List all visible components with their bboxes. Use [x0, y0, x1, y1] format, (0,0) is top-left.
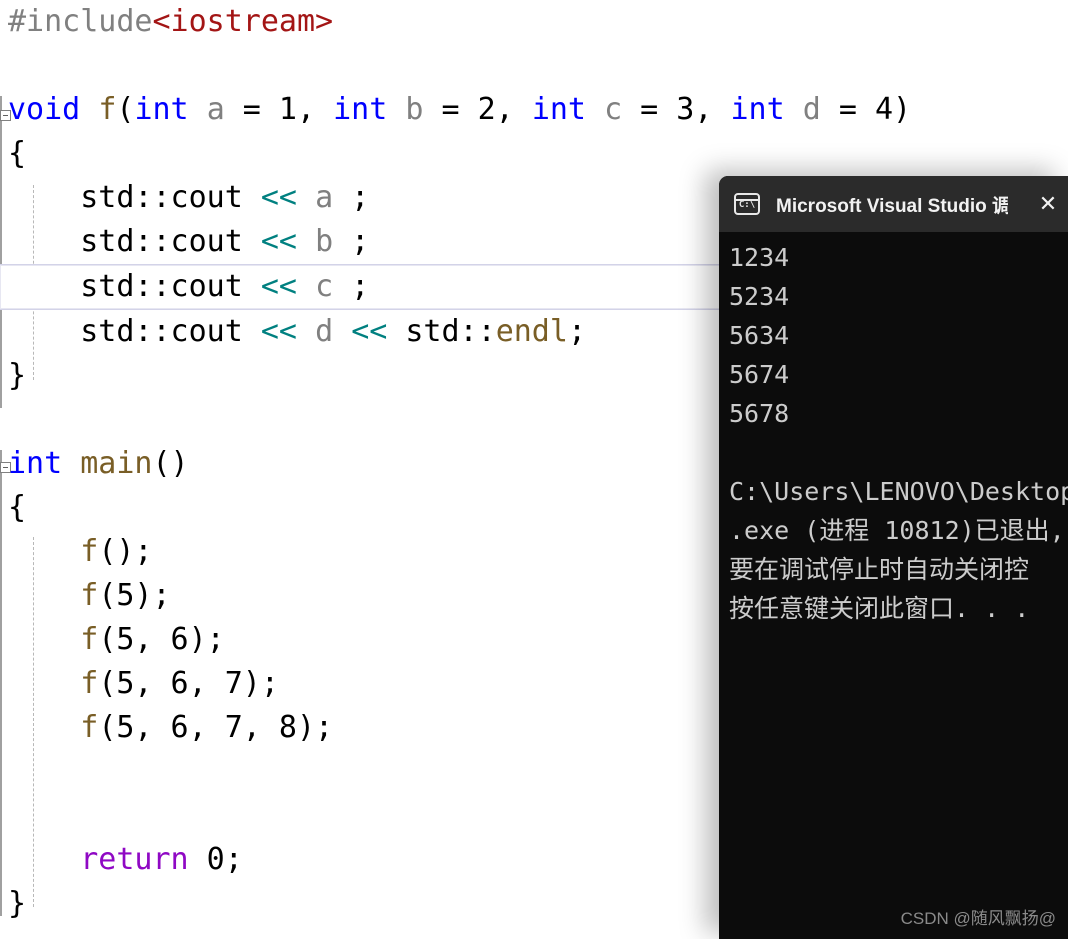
console-line: 5678: [729, 399, 790, 428]
code-token: #include: [8, 4, 153, 39]
console-line: .exe (进程 10812)已退出,: [729, 516, 1065, 545]
code-token: int: [134, 92, 189, 127]
code-token: return: [80, 842, 189, 877]
code-token: <iostream>: [152, 4, 334, 39]
code-token: int: [8, 446, 63, 481]
code-token: (5, 6, 7);: [98, 666, 279, 701]
code-token: f: [80, 578, 99, 613]
code-token: }: [8, 358, 27, 393]
code-token: {: [8, 136, 27, 171]
code-token: main: [80, 446, 153, 481]
console-line: 5674: [729, 360, 790, 389]
code-token: ;: [333, 269, 370, 304]
code-token: (5, 6);: [98, 622, 225, 657]
code-token: c: [315, 269, 334, 304]
code-token: f: [80, 534, 99, 569]
code-token: = 3,: [622, 92, 731, 127]
code-token: std::cout: [8, 224, 261, 259]
console-window[interactable]: C:\ Microsoft Visual Studio 调试控 ✕ 1234 52…: [719, 176, 1068, 939]
code-token: = 4): [820, 92, 912, 127]
code-token: f: [80, 666, 99, 701]
console-line: 5234: [729, 282, 790, 311]
console-titlebar[interactable]: C:\ Microsoft Visual Studio 调试控 ✕: [719, 176, 1068, 232]
code-token: {: [8, 490, 27, 525]
code-token: ;: [333, 180, 370, 215]
code-line[interactable]: #include<iostream>: [0, 0, 1068, 44]
code-token: b: [315, 224, 334, 259]
console-line: 5634: [729, 321, 790, 350]
console-line: 要在调试停止时自动关闭控: [729, 555, 1030, 584]
code-token: a: [206, 92, 225, 127]
code-token: ;: [567, 314, 586, 349]
code-token: std::cout: [8, 314, 261, 349]
code-token: <<: [260, 180, 297, 215]
code-token: = 2,: [423, 92, 532, 127]
code-token: b: [405, 92, 424, 127]
code-token: endl: [495, 314, 568, 349]
code-line[interactable]: void f(int a = 1, int b = 2, int c = 3, …: [0, 88, 1068, 132]
code-token: <<: [260, 269, 297, 304]
code-token: 0;: [188, 842, 243, 877]
code-token: <<: [351, 314, 388, 349]
code-token: ;: [333, 224, 370, 259]
console-title: Microsoft Visual Studio 调试控: [776, 195, 1008, 217]
code-token: void: [8, 92, 81, 127]
cmd-prompt-icon-label: C:\: [738, 200, 756, 210]
console-line: 1234: [729, 243, 790, 272]
code-line[interactable]: ​: [0, 44, 1068, 88]
code-token: ();: [98, 534, 153, 569]
code-token: a: [315, 180, 334, 215]
console-line: C:\Users\LENOVO\Desktop\: [729, 477, 1068, 506]
code-token: f: [80, 622, 99, 657]
code-token: d: [315, 314, 334, 349]
code-token: std::cout: [8, 269, 261, 304]
code-token: <<: [260, 314, 297, 349]
close-icon[interactable]: ✕: [1034, 190, 1062, 218]
code-token: (5);: [98, 578, 171, 613]
code-token: f: [98, 92, 117, 127]
code-token: int: [333, 92, 388, 127]
code-token: int: [531, 92, 586, 127]
code-token: }: [8, 886, 27, 921]
code-token: = 1,: [224, 92, 334, 127]
code-token: std::: [387, 314, 496, 349]
screenshot-root: #include<iostream>​void f(int a = 1, int…: [0, 0, 1068, 939]
code-token: (: [116, 92, 135, 127]
code-token: (): [152, 446, 189, 481]
code-token: (5, 6, 7, 8);: [98, 710, 334, 745]
console-line: 按任意键关闭此窗口. . .: [729, 594, 1030, 623]
code-token: d: [802, 92, 821, 127]
code-token: <<: [260, 224, 297, 259]
console-line: ​: [729, 433, 1068, 472]
console-output: 1234 5234 5634 5674 5678 ​ C:\Users\LENOVO\Des…: [719, 232, 1068, 938]
code-token: f: [80, 710, 99, 745]
watermark: CSDN @随风飘扬@: [900, 909, 1056, 928]
code-token: int: [730, 92, 785, 127]
cmd-prompt-icon: C:\: [734, 193, 760, 215]
code-token: std::cout: [8, 180, 261, 215]
code-token: c: [604, 92, 623, 127]
code-line[interactable]: {: [0, 132, 1068, 176]
